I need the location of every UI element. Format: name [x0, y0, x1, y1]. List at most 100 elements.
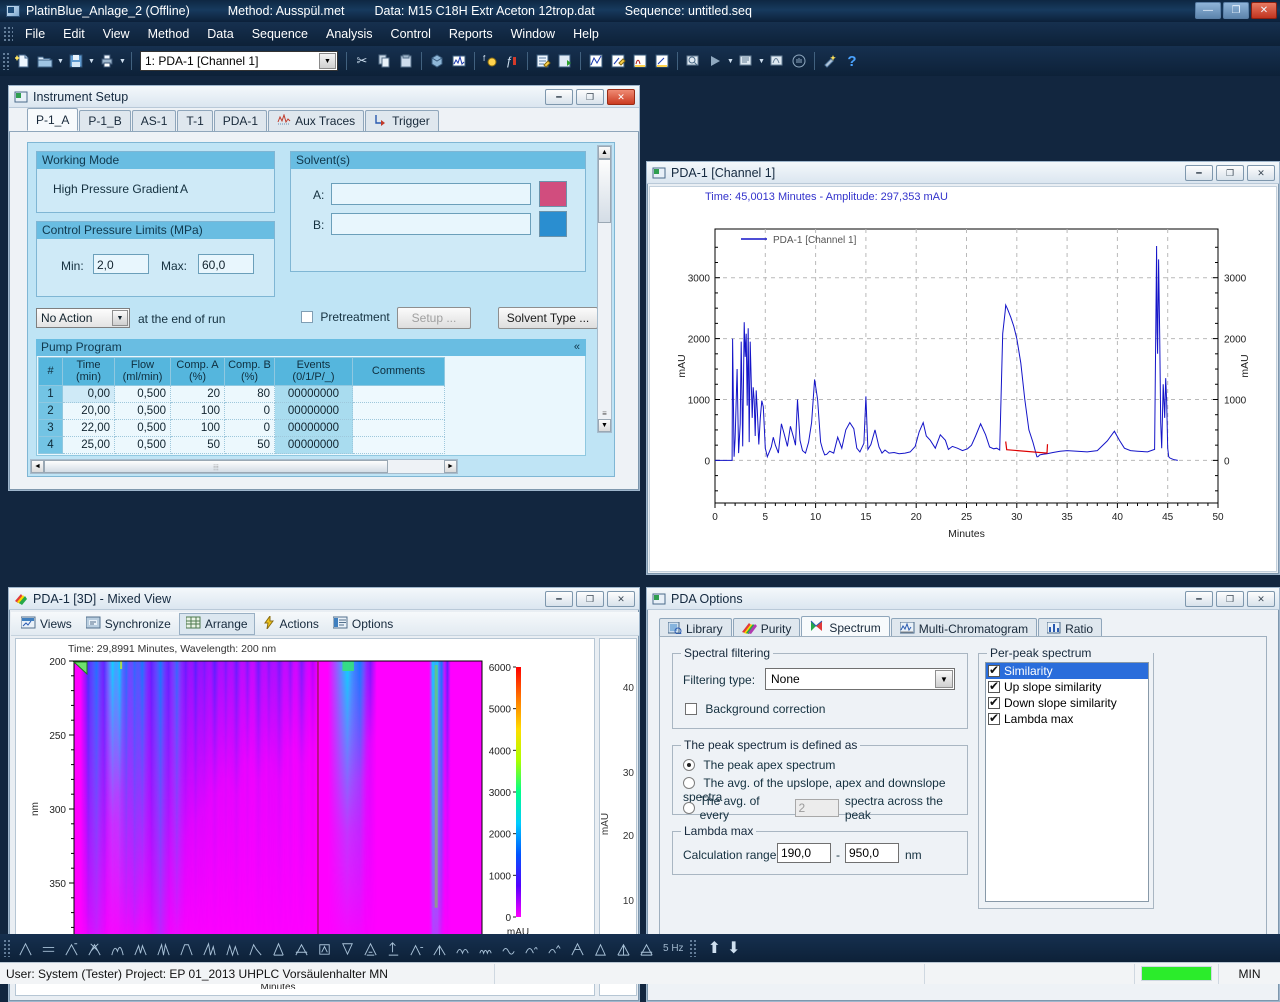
cell-comp-a[interactable]: 20	[171, 386, 225, 403]
mixed-view-close-button[interactable]: ✕	[607, 591, 635, 607]
peak-analysis-icon[interactable]	[629, 50, 651, 72]
run-icon[interactable]	[704, 50, 726, 72]
peak-avg-three-radio[interactable]	[683, 777, 695, 789]
peak-base-icon[interactable]	[612, 937, 634, 959]
tab-trigger[interactable]: Trigger	[365, 110, 439, 131]
integration-icon[interactable]: ƒ	[501, 50, 523, 72]
cell-flow[interactable]: 0,500	[115, 386, 171, 403]
scroll-thumb[interactable]	[598, 159, 611, 223]
hand-icon[interactable]	[788, 50, 810, 72]
list-item[interactable]: Lambda max	[986, 711, 1148, 727]
pda-options-titlebar[interactable]: PDA Options ━ ❐ ✕	[647, 588, 1279, 610]
pda-options-close-button[interactable]: ✕	[1247, 591, 1275, 607]
peak-reject-icon[interactable]	[83, 937, 105, 959]
peak-fill-left-icon[interactable]	[543, 937, 565, 959]
peak-dip-icon[interactable]	[451, 937, 473, 959]
pretreatment-checkbox-row[interactable]: Pretreatment	[301, 310, 390, 324]
background-correction-checkbox[interactable]	[685, 703, 697, 715]
peak-negative-icon[interactable]	[428, 937, 450, 959]
app-restore-button[interactable]: ❐	[1223, 2, 1249, 19]
solvent-a-color-swatch[interactable]	[539, 181, 567, 207]
peak-small-icon[interactable]	[474, 937, 496, 959]
lambda-range-from-input[interactable]: 190,0	[777, 843, 831, 863]
valley-icon[interactable]	[129, 937, 151, 959]
solvent-type-button[interactable]: Solvent Type ...	[498, 307, 598, 329]
cell-comments[interactable]	[353, 386, 445, 403]
actions-button[interactable]: Actions	[257, 614, 325, 634]
cell-time[interactable]: 20,00	[63, 403, 115, 420]
cell-comments[interactable]	[353, 437, 445, 454]
scroll-down-icon[interactable]: ▼	[598, 419, 611, 432]
chevron-down-icon[interactable]: ▼	[935, 670, 953, 688]
instrument-maximize-button[interactable]: ❐	[576, 89, 604, 105]
chromatogram-titlebar[interactable]: PDA-1 [Channel 1] ━ ❐ ✕	[647, 162, 1279, 184]
peak-exclude-icon[interactable]	[336, 937, 358, 959]
menu-sequence[interactable]: Sequence	[243, 24, 317, 44]
run-dropdown-icon[interactable]: ▼	[726, 50, 735, 72]
wizard-icon[interactable]	[819, 50, 841, 72]
chromatogram-maximize-button[interactable]: ❐	[1216, 165, 1244, 181]
pressure-min-input[interactable]: 2,0	[93, 254, 149, 274]
scroll-right-icon[interactable]: ►	[444, 460, 457, 473]
similarity-checkbox[interactable]	[988, 665, 1000, 677]
cell-time[interactable]: 22,00	[63, 420, 115, 437]
peak-apex-radio[interactable]	[683, 759, 695, 771]
tab-pda-1[interactable]: PDA-1	[214, 110, 267, 131]
new-document-icon[interactable]	[12, 50, 34, 72]
list-item[interactable]: Up slope similarity	[986, 679, 1148, 695]
cell-flow[interactable]: 0,500	[115, 437, 171, 454]
peak-fill-right-icon[interactable]	[566, 937, 588, 959]
peak-tail-icon[interactable]	[221, 937, 243, 959]
cell-comments[interactable]	[353, 403, 445, 420]
cell-comp-b[interactable]: 50	[225, 437, 275, 454]
avg-every-count-input[interactable]: 2	[795, 799, 839, 817]
scroll-up-icon[interactable]: ▲	[598, 146, 611, 159]
solvent-b-input[interactable]	[331, 213, 531, 235]
pretreatment-checkbox[interactable]	[301, 311, 313, 323]
menu-window[interactable]: Window	[502, 24, 564, 44]
cell-comp-b[interactable]: 80	[225, 386, 275, 403]
cell-flow[interactable]: 0,500	[115, 420, 171, 437]
chevron-down-icon[interactable]: ▼	[319, 53, 336, 69]
cell-comp-a[interactable]: 100	[171, 403, 225, 420]
chromatogram-close-button[interactable]: ✕	[1247, 165, 1275, 181]
peak-merge-icon[interactable]	[175, 937, 197, 959]
instrument-setup-titlebar[interactable]: Instrument Setup ━ ❐ ✕	[9, 86, 639, 108]
scroll-left-icon[interactable]: ◄	[31, 460, 44, 473]
solvent-a-input[interactable]	[331, 183, 531, 205]
menu-help[interactable]: Help	[564, 24, 608, 44]
arrange-button[interactable]: Arrange	[179, 613, 255, 635]
peak-anchor-icon[interactable]	[359, 937, 381, 959]
pump-program-hscrollbar[interactable]: ◄ ⦙⦙⦙ ►	[30, 459, 458, 474]
app-close-button[interactable]: ✕	[1251, 2, 1277, 19]
copy-icon[interactable]	[373, 50, 395, 72]
cell-comp-b[interactable]: 0	[225, 403, 275, 420]
mixed-view-titlebar[interactable]: PDA-1 [3D] - Mixed View ━ ❐ ✕	[9, 588, 639, 610]
cell-events[interactable]: 00000000	[275, 403, 353, 420]
menu-file[interactable]: File	[16, 24, 54, 44]
table-row[interactable]: 3 22,00 0,500 100 0 00000000	[39, 420, 584, 437]
save-icon[interactable]	[65, 50, 87, 72]
signal-plot-icon[interactable]	[585, 50, 607, 72]
save-dropdown-icon[interactable]: ▼	[87, 50, 96, 72]
chevron-down-icon[interactable]: ▼	[112, 310, 128, 326]
tab-as-1[interactable]: AS-1	[132, 110, 177, 131]
peak-front-icon[interactable]	[198, 937, 220, 959]
chromatogram-plot-area[interactable]: Time: 45,0013 Minutes - Amplitude: 297,3…	[649, 186, 1277, 572]
peak-cluster-icon[interactable]	[520, 937, 542, 959]
list-item[interactable]: Down slope similarity	[986, 695, 1148, 711]
peak-area2-icon[interactable]	[60, 937, 82, 959]
arrow-down-icon[interactable]: ⬇	[727, 938, 740, 958]
zoom-icon[interactable]	[682, 50, 704, 72]
menu-method[interactable]: Method	[139, 24, 199, 44]
setup-button[interactable]: Setup ...	[397, 307, 471, 329]
method-settings-icon[interactable]: f	[479, 50, 501, 72]
list-item[interactable]: Similarity	[986, 663, 1148, 679]
instrument-setup-icon[interactable]	[426, 50, 448, 72]
peak-group-icon[interactable]	[106, 937, 128, 959]
peak-edit-icon[interactable]	[651, 50, 673, 72]
device-channel-select[interactable]: 1: PDA-1 [Channel 1] ▼	[140, 51, 338, 71]
paste-icon[interactable]	[395, 50, 417, 72]
menu-grip-icon[interactable]	[3, 26, 13, 42]
filtering-type-select[interactable]: None ▼	[765, 668, 955, 690]
